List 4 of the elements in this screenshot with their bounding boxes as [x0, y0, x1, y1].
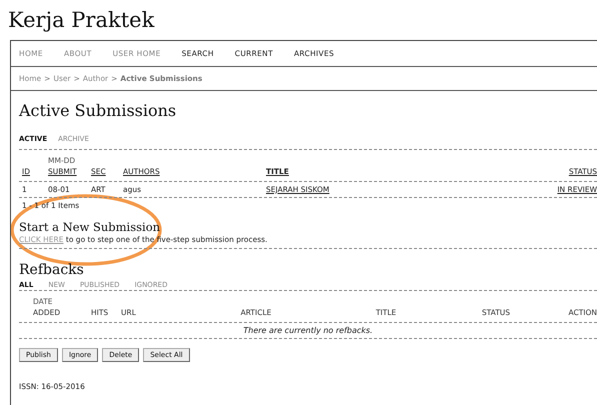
page-title: Active Submissions [19, 101, 178, 120]
site-title: Kerja Praktek [7, 7, 156, 34]
section-title: Refbacks [19, 262, 85, 278]
empty-message: There are currently no refbacks. [243, 326, 373, 334]
